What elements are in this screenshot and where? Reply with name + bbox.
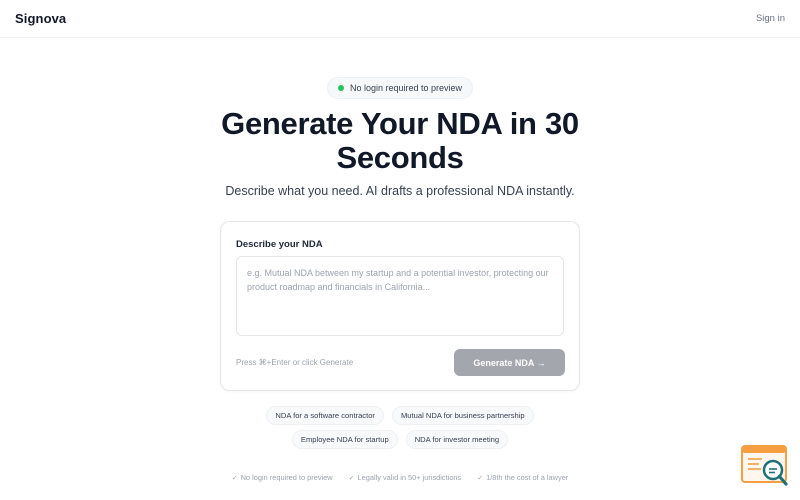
badge-text: No login required to preview [349, 83, 463, 93]
brand-logo[interactable]: Signova [15, 11, 66, 26]
feature-item: ✓ 1/8th the cost of a lawyer [477, 473, 568, 482]
title-line-2: Seconds [336, 140, 464, 175]
widget-graphic [741, 445, 788, 486]
suggestion-chips-row-2: Employee NDA for startup NDA for investo… [0, 430, 800, 449]
check-icon: ✓ [348, 474, 355, 482]
page-title: Generate Your NDA in 30 Seconds [0, 107, 800, 175]
page: Signova Sign in No login required to pre… [0, 0, 800, 500]
feature-text: 1/8th the cost of a lawyer [486, 473, 569, 482]
suggestion-chips-row-1: NDA for a software contractor Mutual NDA… [0, 406, 800, 425]
suggestion-chip[interactable]: Employee NDA for startup [291, 430, 398, 449]
suggestion-chip[interactable]: Mutual NDA for business partnership [391, 406, 534, 425]
page-subtitle: Describe what you need. AI drafts a prof… [225, 184, 575, 198]
status-dot-icon [337, 85, 344, 91]
keyboard-hint: Press ⌘+Enter or click Generate [236, 358, 354, 367]
sign-in-link[interactable]: Sign in [756, 13, 785, 24]
top-header: Signova Sign in [0, 0, 800, 38]
check-icon: ✓ [231, 474, 238, 482]
check-icon: ✓ [477, 474, 484, 482]
feature-item: ✓ Legally valid in 50+ jurisdictions [349, 473, 462, 482]
preview-badge: No login required to preview [326, 77, 474, 99]
feature-item: ✓ No login required to preview [232, 473, 333, 482]
generate-nda-button[interactable]: Generate NDA → [454, 349, 565, 376]
feature-text: Legally valid in 50+ jurisdictions [357, 473, 462, 482]
nda-description-label: Describe your NDA [236, 239, 323, 250]
feature-list: ✓ No login required to preview ✓ Legally… [0, 473, 800, 482]
title-line-1: Generate Your NDA in 30 [221, 106, 579, 141]
suggestion-chip[interactable]: NDA for investor meeting [405, 430, 509, 449]
badge-container: No login required to preview [0, 77, 800, 99]
search-document-icon[interactable] [740, 444, 792, 488]
feature-text: No login required to preview [240, 473, 333, 482]
nda-form-card: Describe your NDA Press ⌘+Enter or click… [220, 221, 580, 391]
nda-description-input[interactable] [236, 256, 564, 336]
suggestion-chip[interactable]: NDA for a software contractor [266, 406, 384, 425]
